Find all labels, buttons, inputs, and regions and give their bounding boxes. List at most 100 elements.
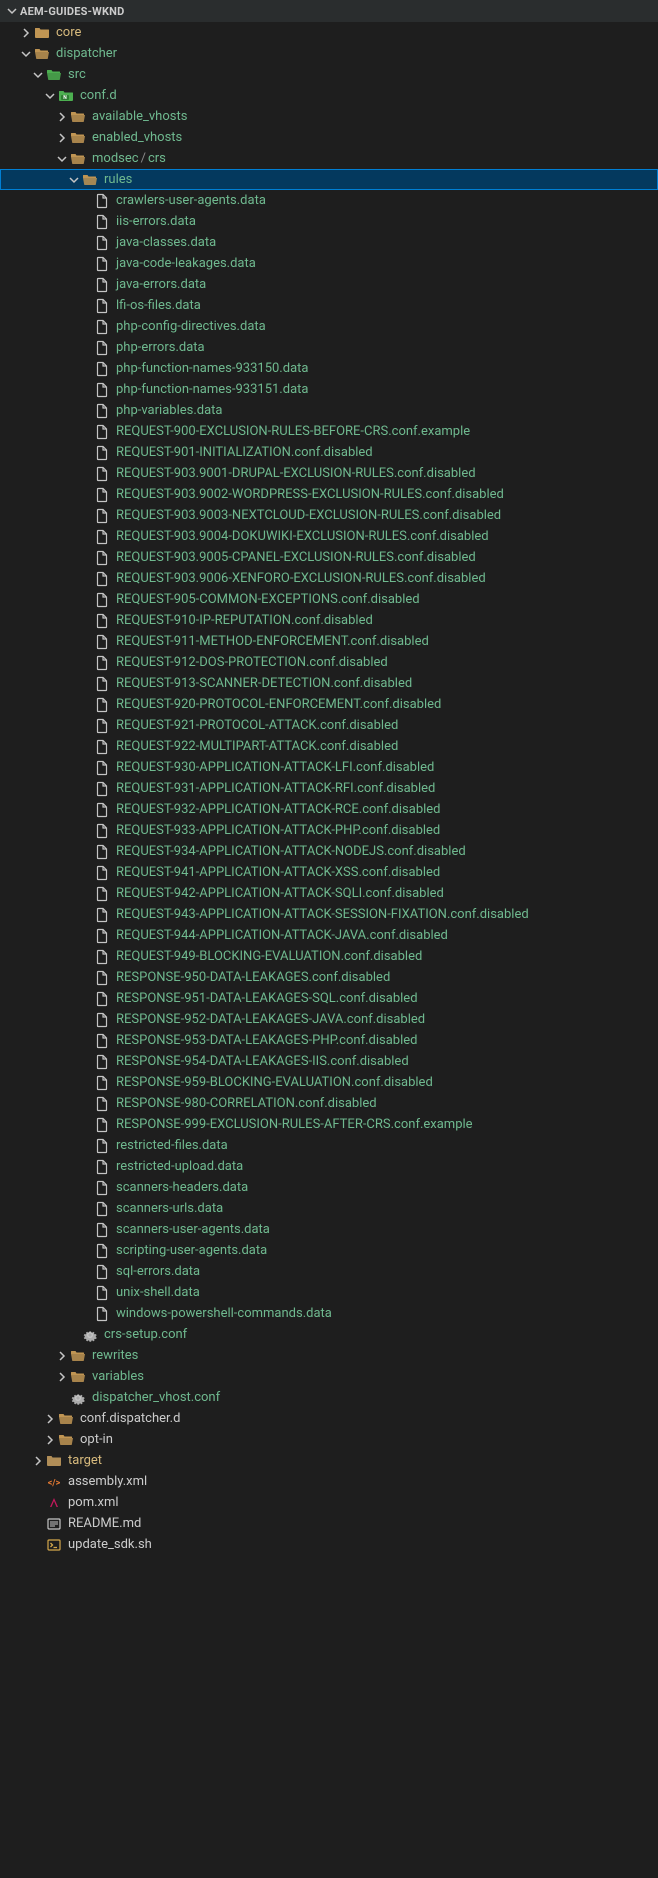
tree-file[interactable]: ·java-errors.data	[0, 274, 658, 295]
tree-file[interactable]: ·REQUEST-903.9005-CPANEL-EXCLUSION-RULES…	[0, 547, 658, 568]
tree-file[interactable]: ·update_sdk.sh	[0, 1534, 658, 1555]
chevron-right-icon[interactable]	[54, 1350, 70, 1362]
file-explorer-tree[interactable]: AEM-GUIDES-WKND core dispatchersrcNconf.da…	[0, 0, 658, 1565]
chevron-right-icon[interactable]	[42, 1413, 58, 1425]
tree-file[interactable]: ·windows-powershell-commands.data	[0, 1303, 658, 1324]
tree-folder[interactable]: modsec/crs	[0, 148, 658, 169]
tree-file[interactable]: ·REQUEST-942-APPLICATION-ATTACK-SQLI.con…	[0, 883, 658, 904]
tree-file[interactable]: ·restricted-upload.data	[0, 1156, 658, 1177]
explorer-header[interactable]: AEM-GUIDES-WKND	[0, 0, 658, 22]
chevron-right-icon[interactable]	[30, 1455, 46, 1467]
tree-file[interactable]: ·RESPONSE-954-DATA-LEAKAGES-IIS.conf.dis…	[0, 1051, 658, 1072]
tree-folder[interactable]: conf.dispatcher.d	[0, 1408, 658, 1429]
tree-folder[interactable]: core	[0, 22, 658, 43]
tree-folder[interactable]: variables	[0, 1366, 658, 1387]
xml-file-icon: </>	[46, 1474, 62, 1490]
tree-file[interactable]: ·REQUEST-934-APPLICATION-ATTACK-NODEJS.c…	[0, 841, 658, 862]
tree-file[interactable]: ·REQUEST-922-MULTIPART-ATTACK.conf.disab…	[0, 736, 658, 757]
tree-file[interactable]: ·crawlers-user-agents.data	[0, 190, 658, 211]
chevron-down-icon[interactable]	[66, 174, 82, 186]
tree-file[interactable]: ·REQUEST-903.9003-NEXTCLOUD-EXCLUSION-RU…	[0, 505, 658, 526]
tree-folder[interactable]: dispatcher	[0, 43, 658, 64]
tree-file[interactable]: ·</>assembly.xml	[0, 1471, 658, 1492]
tree-file[interactable]: ·REQUEST-920-PROTOCOL-ENFORCEMENT.conf.d…	[0, 694, 658, 715]
tree-file[interactable]: ·REQUEST-900-EXCLUSION-RULES-BEFORE-CRS.…	[0, 421, 658, 442]
chevron-down-icon[interactable]	[18, 48, 34, 60]
tree-file[interactable]: ·RESPONSE-952-DATA-LEAKAGES-JAVA.conf.di…	[0, 1009, 658, 1030]
tree-file[interactable]: ·README.md	[0, 1513, 658, 1534]
tree-file[interactable]: ·php-config-directives.data	[0, 316, 658, 337]
tree-file[interactable]: ·unix-shell.data	[0, 1282, 658, 1303]
tree-file[interactable]: ·REQUEST-903.9004-DOKUWIKI-EXCLUSION-RUL…	[0, 526, 658, 547]
tree-file[interactable]: ·dispatcher_vhost.conf	[0, 1387, 658, 1408]
tree-file[interactable]: ·sql-errors.data	[0, 1261, 658, 1282]
item-label: REQUEST-903.9005-CPANEL-EXCLUSION-RULES.…	[116, 550, 476, 565]
tree-file[interactable]: ·REQUEST-949-BLOCKING-EVALUATION.conf.di…	[0, 946, 658, 967]
tree-folder[interactable]: src	[0, 64, 658, 85]
tree-file[interactable]: ·REQUEST-910-IP-REPUTATION.conf.disabled	[0, 610, 658, 631]
tree-file[interactable]: ·RESPONSE-999-EXCLUSION-RULES-AFTER-CRS.…	[0, 1114, 658, 1135]
tree-file[interactable]: ·crs-setup.conf	[0, 1324, 658, 1345]
tree-folder[interactable]: available_vhosts	[0, 106, 658, 127]
tree-file[interactable]: ·REQUEST-901-INITIALIZATION.conf.disable…	[0, 442, 658, 463]
tree-file[interactable]: ·REQUEST-941-APPLICATION-ATTACK-XSS.conf…	[0, 862, 658, 883]
tree-file[interactable]: ·REQUEST-911-METHOD-ENFORCEMENT.conf.dis…	[0, 631, 658, 652]
file-icon	[94, 340, 110, 356]
item-label: dispatcher_vhost.conf	[92, 1390, 220, 1405]
tree-file[interactable]: ·RESPONSE-951-DATA-LEAKAGES-SQL.conf.dis…	[0, 988, 658, 1009]
tree-folder[interactable]: Nconf.d	[0, 85, 658, 106]
tree-folder[interactable]: rewrites	[0, 1345, 658, 1366]
item-label-segment: crs	[148, 151, 166, 166]
tree-file[interactable]: ·php-function-names-933150.data	[0, 358, 658, 379]
item-label: core	[56, 25, 81, 40]
tree-file[interactable]: ·RESPONSE-953-DATA-LEAKAGES-PHP.conf.dis…	[0, 1030, 658, 1051]
tree-file[interactable]: ·scripting-user-agents.data	[0, 1240, 658, 1261]
chevron-down-icon[interactable]	[30, 69, 46, 81]
tree-file[interactable]: ·REQUEST-932-APPLICATION-ATTACK-RCE.conf…	[0, 799, 658, 820]
chevron-right-icon[interactable]	[42, 1434, 58, 1446]
tree-folder[interactable]: target	[0, 1450, 658, 1471]
chevron-right-icon[interactable]	[54, 132, 70, 144]
tree-file[interactable]: ·RESPONSE-980-CORRELATION.conf.disabled	[0, 1093, 658, 1114]
tree-folder[interactable]: opt-in	[0, 1429, 658, 1450]
chevron-right-icon[interactable]	[54, 111, 70, 123]
tree-file[interactable]: ·php-function-names-933151.data	[0, 379, 658, 400]
chevron-down-icon[interactable]	[4, 5, 20, 17]
tree-file[interactable]: ·restricted-files.data	[0, 1135, 658, 1156]
tree-file[interactable]: ·REQUEST-913-SCANNER-DETECTION.conf.disa…	[0, 673, 658, 694]
chevron-down-icon[interactable]	[54, 153, 70, 165]
tree-file[interactable]: ·REQUEST-943-APPLICATION-ATTACK-SESSION-…	[0, 904, 658, 925]
tree-file[interactable]: ·scanners-headers.data	[0, 1177, 658, 1198]
tree-folder[interactable]: rules	[0, 169, 658, 190]
chevron-right-icon[interactable]	[54, 1371, 70, 1383]
file-icon	[94, 760, 110, 776]
tree-file[interactable]: ·REQUEST-912-DOS-PROTECTION.conf.disable…	[0, 652, 658, 673]
tree-file[interactable]: ·lfi-os-files.data	[0, 295, 658, 316]
tree-file[interactable]: ·RESPONSE-950-DATA-LEAKAGES.conf.disable…	[0, 967, 658, 988]
item-label: REQUEST-934-APPLICATION-ATTACK-NODEJS.co…	[116, 844, 466, 859]
tree-file[interactable]: ·iis-errors.data	[0, 211, 658, 232]
tree-file[interactable]: ·REQUEST-905-COMMON-EXCEPTIONS.conf.disa…	[0, 589, 658, 610]
tree-folder[interactable]: enabled_vhosts	[0, 127, 658, 148]
folder-open-icon	[70, 130, 86, 146]
tree-file[interactable]: ·REQUEST-931-APPLICATION-ATTACK-RFI.conf…	[0, 778, 658, 799]
tree-file[interactable]: ·php-errors.data	[0, 337, 658, 358]
tree-file[interactable]: ·REQUEST-921-PROTOCOL-ATTACK.conf.disabl…	[0, 715, 658, 736]
tree-file[interactable]: ·REQUEST-944-APPLICATION-ATTACK-JAVA.con…	[0, 925, 658, 946]
file-icon	[94, 529, 110, 545]
tree-file[interactable]: ·scanners-urls.data	[0, 1198, 658, 1219]
chevron-down-icon[interactable]	[42, 90, 58, 102]
tree-file[interactable]: ·php-variables.data	[0, 400, 658, 421]
tree-file[interactable]: ·java-code-leakages.data	[0, 253, 658, 274]
tree-file[interactable]: ·REQUEST-903.9002-WORDPRESS-EXCLUSION-RU…	[0, 484, 658, 505]
chevron-right-icon[interactable]	[18, 27, 34, 39]
item-label: RESPONSE-980-CORRELATION.conf.disabled	[116, 1096, 377, 1111]
tree-file[interactable]: ·REQUEST-930-APPLICATION-ATTACK-LFI.conf…	[0, 757, 658, 778]
tree-file[interactable]: ·pom.xml	[0, 1492, 658, 1513]
tree-file[interactable]: ·REQUEST-903.9001-DRUPAL-EXCLUSION-RULES…	[0, 463, 658, 484]
tree-file[interactable]: ·java-classes.data	[0, 232, 658, 253]
tree-file[interactable]: ·RESPONSE-959-BLOCKING-EVALUATION.conf.d…	[0, 1072, 658, 1093]
tree-file[interactable]: ·scanners-user-agents.data	[0, 1219, 658, 1240]
tree-file[interactable]: ·REQUEST-903.9006-XENFORO-EXCLUSION-RULE…	[0, 568, 658, 589]
tree-file[interactable]: ·REQUEST-933-APPLICATION-ATTACK-PHP.conf…	[0, 820, 658, 841]
